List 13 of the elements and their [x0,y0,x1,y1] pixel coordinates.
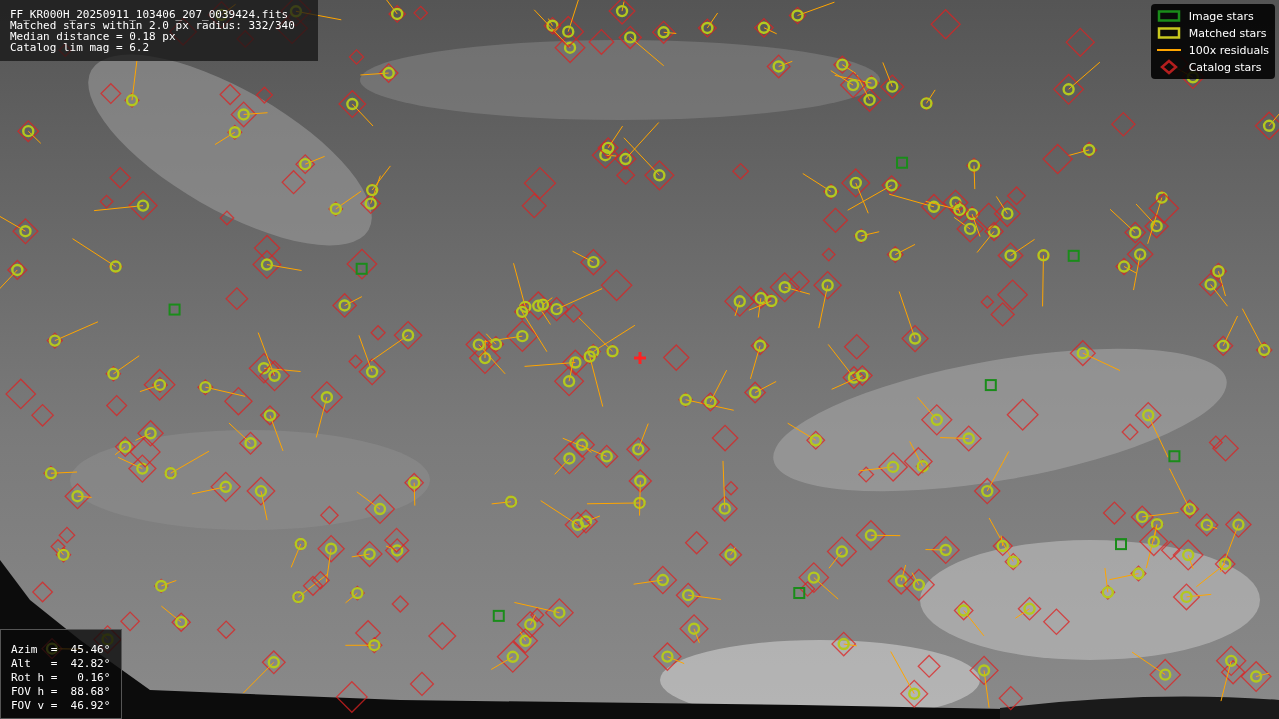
pointing-text: Alt = 42.82° [11,657,111,670]
pointing-text: FOV v = 46.92° [11,699,111,712]
info-text: FF_KR000H_20250911_103406_207_0039424.fits [10,9,290,20]
legend-label: Matched stars [1188,26,1267,40]
legend-label: 100x residuals [1188,43,1269,57]
legend-label: Image stars [1188,9,1254,23]
pointing-text: Azim = 45.46° [11,643,111,656]
info-text: Matched stars within 2.0 px radius: 332/340 [10,20,296,31]
pointing-text: FOV h = 88.68° [11,685,111,698]
info-text: Catalog lim mag = 6.2 [10,42,151,53]
legend-label: Catalog stars [1188,60,1262,74]
pointing-text: Rot h = 0.16° [11,671,111,684]
info-text: Median distance = 0.18 px [10,31,176,42]
